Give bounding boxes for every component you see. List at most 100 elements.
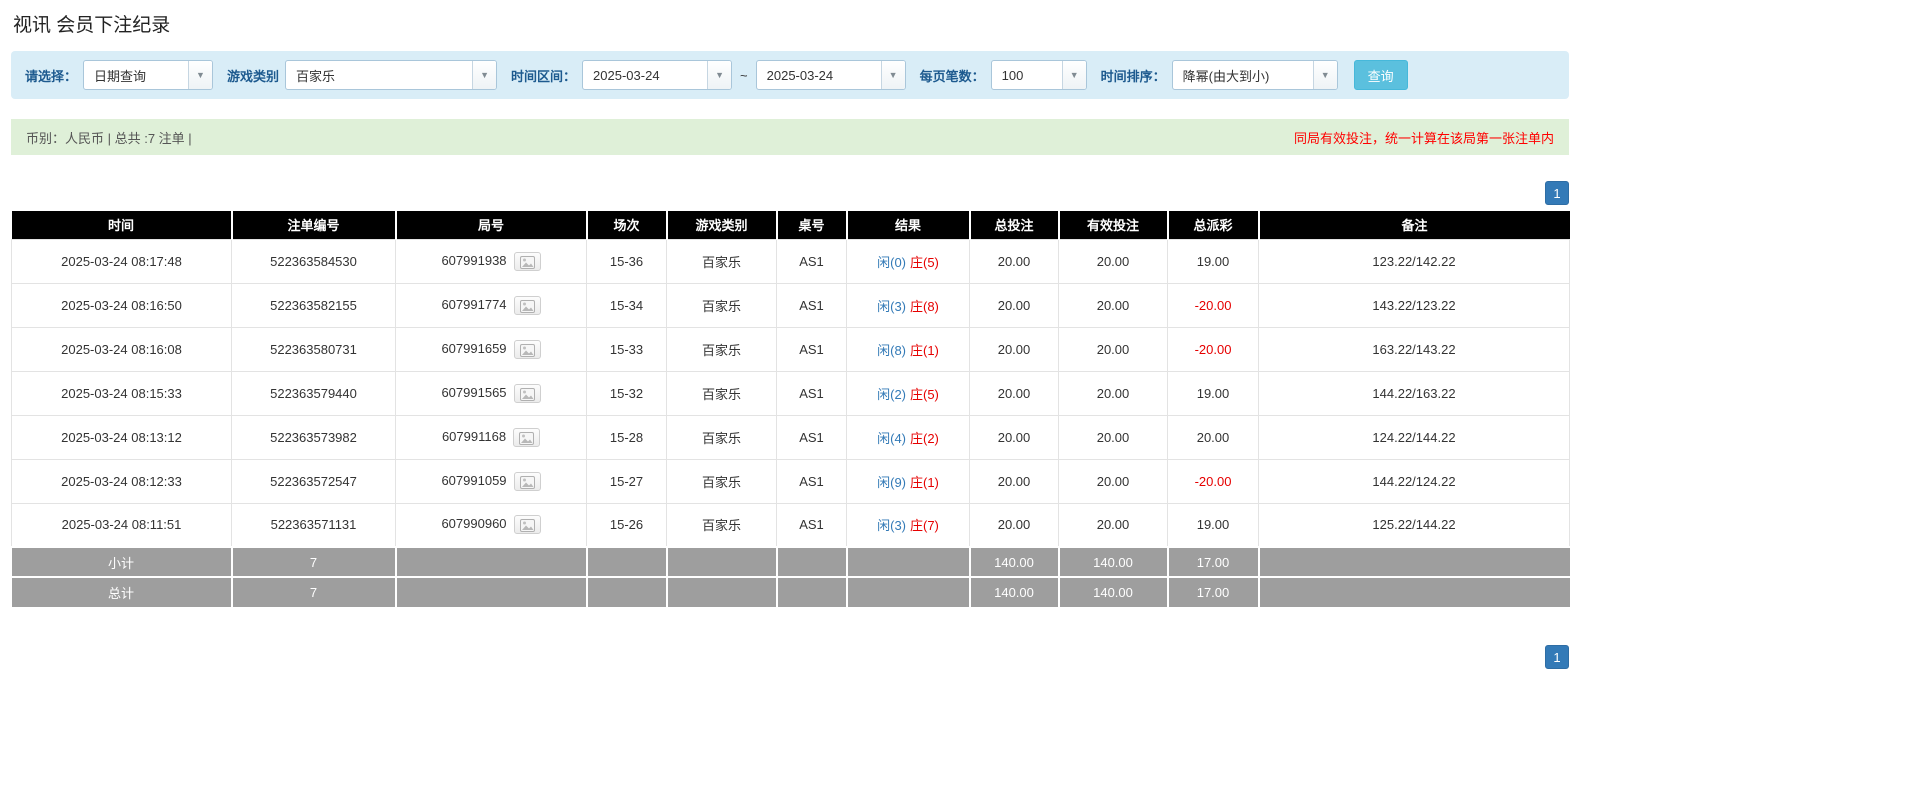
cell-empty — [846, 576, 971, 607]
subtotal-valid-bet: 140.00 — [1058, 546, 1169, 577]
query-type-value: 日期查询 — [94, 68, 147, 84]
subtotal-count: 7 — [231, 546, 397, 577]
cell-table: AS1 — [776, 414, 847, 460]
cell-total-bet: 20.00 — [969, 414, 1059, 460]
cell-game-type: 百家乐 — [666, 238, 777, 284]
cell-time: 2025-03-24 08:11:51 — [11, 502, 232, 548]
cell-session: 15-34 — [586, 282, 667, 328]
sort-order-select[interactable]: 降幂(由大到小) ▼ — [1171, 60, 1338, 90]
cell-bet-id: 522363572547 — [231, 458, 396, 504]
cell-payout: -20.00 — [1167, 458, 1259, 504]
cell-remark: 144.22/124.22 — [1258, 458, 1570, 504]
col-round: 局号 — [395, 211, 588, 239]
table-row: 2025-03-24 08:11:51 522363571131 6079909… — [11, 502, 1570, 548]
cell-table: AS1 — [776, 238, 847, 284]
cell-session: 15-28 — [586, 414, 667, 460]
cell-payout: 19.00 — [1167, 370, 1259, 416]
cell-result: 闲(2) 庄(5) — [846, 370, 970, 416]
pagination-page-1[interactable]: 1 — [1545, 645, 1569, 669]
result-banker: 庄(5) — [910, 254, 939, 270]
col-remark: 备注 — [1258, 211, 1570, 239]
cell-time: 2025-03-24 08:16:08 — [11, 326, 232, 372]
view-round-button[interactable] — [513, 427, 541, 447]
cell-total-bet: 20.00 — [969, 238, 1059, 284]
round-number: 607991565 — [441, 384, 507, 400]
subtotal-payout: 17.00 — [1167, 546, 1260, 577]
view-round-button[interactable] — [513, 339, 541, 359]
round-number: 607991938 — [441, 252, 507, 268]
cell-remark: 124.22/144.22 — [1258, 414, 1570, 460]
grand-total-count: 7 — [231, 576, 397, 607]
cell-table: AS1 — [776, 370, 847, 416]
round-number: 607991168 — [441, 428, 507, 444]
cell-round: 607991565 — [395, 370, 587, 416]
cell-session: 15-27 — [586, 458, 667, 504]
cell-table: AS1 — [776, 502, 847, 548]
image-icon — [519, 343, 535, 357]
grand-total-label: 总计 — [11, 576, 233, 607]
cell-round: 607990960 — [395, 502, 587, 548]
cell-payout: 19.00 — [1167, 238, 1259, 284]
result-banker: 庄(1) — [910, 474, 939, 490]
col-game-type: 游戏类别 — [666, 211, 778, 239]
query-type-select[interactable]: 日期查询 ▼ — [83, 60, 214, 90]
date-to-select[interactable]: 2025-03-24 ▼ — [755, 60, 906, 90]
cell-session: 15-36 — [586, 238, 667, 284]
view-round-button[interactable] — [513, 383, 541, 403]
cell-round: 607991168 — [395, 414, 587, 460]
chevron-down-icon: ▼ — [1312, 61, 1337, 89]
cell-total-bet: 20.00 — [969, 326, 1059, 372]
page-title: 视讯 会员下注纪录 — [13, 15, 171, 36]
cell-valid-bet: 20.00 — [1058, 282, 1168, 328]
cell-table: AS1 — [776, 458, 847, 504]
cell-empty — [846, 546, 971, 577]
notice-text: 同局有效投注，统一计算在该局第一张注单内 — [1293, 130, 1554, 146]
chevron-down-icon: ▼ — [188, 61, 213, 89]
page-size-select[interactable]: 100 ▼ — [990, 60, 1087, 90]
cell-valid-bet: 20.00 — [1058, 238, 1168, 284]
pagination-page-1[interactable]: 1 — [1545, 181, 1569, 205]
search-button[interactable]: 查询 — [1353, 60, 1408, 90]
cell-result: 闲(0) 庄(5) — [846, 238, 970, 284]
pagination-bottom: 1 — [11, 645, 1569, 669]
col-table: 桌号 — [776, 211, 848, 239]
cell-payout: -20.00 — [1167, 282, 1259, 328]
header-row: 时间 注单编号 局号 场次 游戏类别 桌号 结果 总投注 有效投注 总派彩 备注 — [11, 211, 1570, 239]
round-number: 607991774 — [441, 296, 507, 312]
chevron-down-icon: ▼ — [707, 61, 732, 89]
cell-table: AS1 — [776, 326, 847, 372]
date-from-select[interactable]: 2025-03-24 ▼ — [582, 60, 733, 90]
cell-empty — [666, 546, 778, 577]
view-round-button[interactable] — [513, 471, 541, 491]
cell-bet-id: 522363584530 — [231, 238, 396, 284]
game-type-label: 游戏类别 — [227, 68, 280, 84]
chevron-down-icon: ▼ — [1061, 61, 1086, 89]
cell-game-type: 百家乐 — [666, 502, 777, 548]
chevron-down-icon: ▼ — [880, 61, 905, 89]
cell-time: 2025-03-24 08:13:12 — [11, 414, 232, 460]
col-total-bet: 总投注 — [969, 211, 1060, 239]
cell-result: 闲(3) 庄(8) — [846, 282, 970, 328]
page-size-label: 每页笔数： — [919, 68, 985, 84]
cell-empty — [395, 546, 588, 577]
cell-bet-id: 522363573982 — [231, 414, 396, 460]
cell-remark: 123.22/142.22 — [1258, 238, 1570, 284]
cell-remark: 143.22/123.22 — [1258, 282, 1570, 328]
bet-records-table: 时间 注单编号 局号 场次 游戏类别 桌号 结果 总投注 有效投注 总派彩 备注… — [11, 211, 1570, 607]
cell-bet-id: 522363579440 — [231, 370, 396, 416]
view-round-button[interactable] — [513, 251, 541, 271]
cell-remark: 144.22/163.22 — [1258, 370, 1570, 416]
cell-table: AS1 — [776, 282, 847, 328]
cell-result: 闲(3) 庄(7) — [846, 502, 970, 548]
view-round-button[interactable] — [513, 515, 541, 535]
cell-empty — [1258, 546, 1570, 577]
col-valid-bet: 有效投注 — [1058, 211, 1169, 239]
cell-remark: 125.22/144.22 — [1258, 502, 1570, 548]
cell-payout: -20.00 — [1167, 326, 1259, 372]
image-icon — [519, 299, 535, 313]
game-type-select[interactable]: 百家乐 ▼ — [285, 60, 498, 90]
cell-payout: 19.00 — [1167, 502, 1259, 548]
cell-total-bet: 20.00 — [969, 458, 1059, 504]
result-player: 闲(3) — [877, 518, 906, 534]
view-round-button[interactable] — [513, 295, 541, 315]
